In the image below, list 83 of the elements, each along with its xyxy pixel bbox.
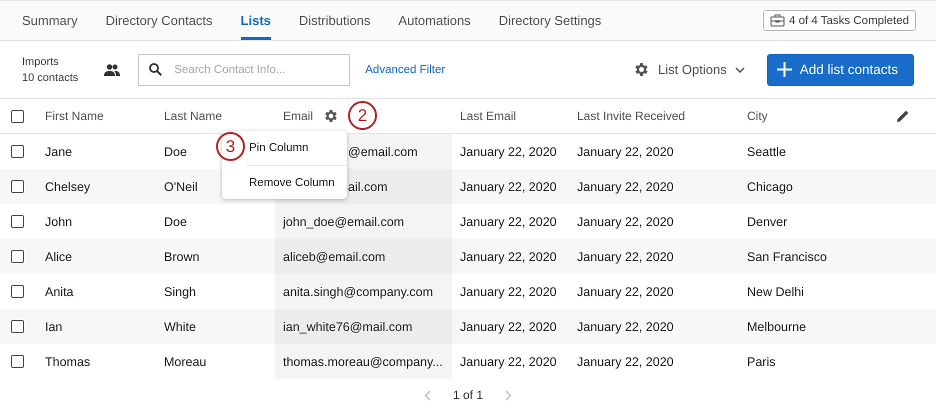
table-cell: January 22, 2020 [577, 214, 674, 228]
column-header[interactable]: Last Email [460, 109, 516, 123]
row-checkbox[interactable] [11, 180, 24, 193]
list-name: Imports [22, 54, 60, 70]
table-cell: Melbourne [747, 320, 806, 334]
table-cell: January 22, 2020 [460, 284, 557, 298]
table-cell: Anita [45, 284, 74, 298]
column-header[interactable]: Last Invite Received [577, 109, 686, 123]
pencil-icon[interactable] [896, 109, 910, 123]
table-cell: San Francisco [747, 250, 827, 264]
table-cell: January 22, 2020 [460, 144, 557, 158]
row-checkbox[interactable] [11, 250, 24, 263]
column-header[interactable]: First Name [45, 109, 104, 123]
menu-item[interactable]: Remove Column [247, 165, 347, 199]
table-cell: White [164, 320, 196, 334]
column-header[interactable]: Last Name [164, 109, 222, 123]
search-box[interactable]: Search Contact Info... [138, 54, 350, 86]
column-header[interactable]: City [747, 109, 768, 123]
row-checkbox[interactable] [11, 320, 24, 333]
table-cell: New Delhi [747, 284, 804, 298]
table-cell: John [45, 214, 72, 228]
plus-icon [776, 62, 792, 77]
table-cell: January 22, 2020 [577, 144, 674, 158]
table-cell: ian_white76@mail.com [283, 320, 412, 334]
table-cell: Brown [164, 250, 200, 264]
table-cell: aliceb@email.com [283, 250, 386, 264]
search-icon [149, 63, 162, 76]
briefcase-icon [770, 14, 786, 27]
table-cell: January 22, 2020 [460, 320, 557, 334]
table-cell: Doe [164, 144, 187, 158]
table-cell: john_doe@email.com [283, 214, 404, 228]
tab[interactable]: Distributions [298, 1, 370, 40]
gear-icon [633, 61, 650, 78]
add-contacts-button[interactable]: Add list contacts [766, 54, 914, 86]
table-cell: Moreau [164, 354, 206, 368]
row-checkbox[interactable] [11, 355, 24, 368]
contact-count: 10 contacts [22, 70, 78, 86]
tab[interactable]: Directory Settings [498, 1, 602, 40]
table-cell: January 22, 2020 [577, 354, 674, 368]
table-cell: January 22, 2020 [460, 180, 557, 194]
step-marker: 3 [216, 132, 245, 161]
select-all-checkbox[interactable] [11, 110, 24, 122]
table-cell: Jane [45, 144, 72, 158]
table-cell: Chicago [747, 180, 793, 194]
advanced-filter-link[interactable]: Advanced Filter [365, 64, 446, 76]
table-cell: January 22, 2020 [460, 250, 557, 264]
table-cell: ail.com [348, 180, 388, 194]
tasks-badge[interactable]: 4 of 4 Tasks Completed [763, 10, 916, 31]
table-cell: Seattle [747, 144, 786, 158]
column-header[interactable]: Email [283, 109, 314, 123]
tab[interactable]: Lists [240, 1, 271, 40]
chevron-down-icon [734, 66, 745, 72]
table-cell: January 22, 2020 [577, 250, 674, 264]
table-cell: Denver [747, 214, 788, 228]
table-cell: Thomas [45, 354, 90, 368]
tab[interactable]: Summary [22, 1, 78, 40]
tab[interactable]: Directory Contacts [106, 1, 213, 40]
gear-icon [323, 108, 340, 124]
table-cell: Alice [45, 250, 72, 264]
page-indicator: 1 of 1 [452, 388, 484, 402]
table-cell: January 22, 2020 [460, 354, 557, 368]
row-checkbox[interactable] [11, 145, 24, 158]
table-cell: Ian [45, 320, 62, 334]
table-cell: January 22, 2020 [577, 180, 674, 194]
list-options-button[interactable]: List Options [627, 60, 751, 79]
table-cell: January 22, 2020 [577, 320, 674, 334]
table-cell: thomas.moreau@company... [283, 354, 443, 368]
table-cell: O'Neil [164, 180, 198, 194]
row-checkbox[interactable] [11, 215, 24, 228]
menu-item[interactable]: Pin Column [247, 131, 347, 165]
table-cell: Singh [164, 284, 196, 298]
table-cell: Paris [747, 354, 776, 368]
tasks-text: 4 of 4 Tasks Completed [789, 14, 909, 26]
row-checkbox[interactable] [11, 285, 24, 298]
tab[interactable]: Automations [398, 1, 471, 40]
table-cell: Doe [164, 214, 187, 228]
table-cell: Chelsey [45, 180, 90, 194]
table-cell: January 22, 2020 [460, 214, 557, 228]
people-icon [104, 64, 120, 76]
table-cell: @email.com [348, 144, 418, 158]
table-cell: anita.singh@company.com [283, 284, 434, 298]
step-marker: 2 [348, 101, 377, 130]
table-cell: January 22, 2020 [577, 284, 674, 298]
